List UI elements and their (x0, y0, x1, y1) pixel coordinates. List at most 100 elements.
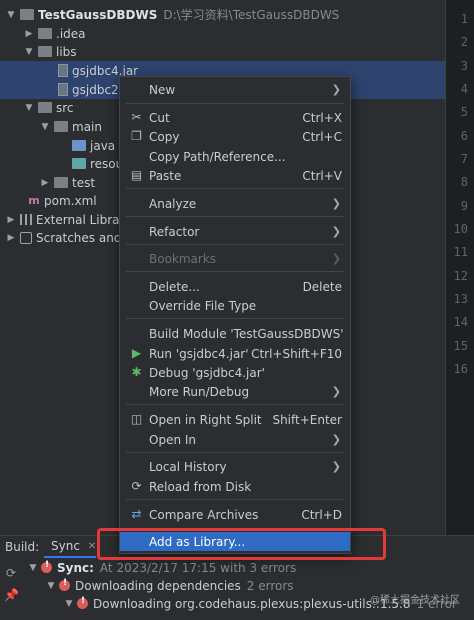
tree-node-project[interactable]: ▼ TestGaussDBDWS D:\学习资料\TestGaussDBDWS (0, 5, 445, 24)
sync-title: Sync: (57, 560, 94, 575)
menu-item-label: Cut (149, 110, 170, 125)
menu-item-local-history[interactable]: Local History ❯ (120, 457, 350, 476)
line-number: 2 (460, 35, 468, 49)
chevron-right-icon[interactable]: ▶ (24, 29, 34, 39)
line-number: 14 (453, 315, 468, 329)
menu-item-refactor[interactable]: Refactor ❯ (120, 222, 350, 241)
menu-item-run[interactable]: ▶ Run 'gsjdbc4.jar' Ctrl+Shift+F10 (120, 344, 350, 363)
tree-node-libs[interactable]: ▼ libs (0, 42, 445, 61)
menu-item-label: Delete... (149, 279, 200, 294)
project-path: D:\学习资料\TestGaussDBDWS (163, 8, 340, 22)
tree-node-idea[interactable]: ▶ .idea (0, 24, 445, 43)
pin-icon[interactable]: 📌 (4, 588, 19, 602)
error-icon (41, 560, 52, 573)
menu-item-override-file-type[interactable]: Override File Type (120, 296, 350, 315)
chevron-down-icon[interactable]: ▼ (24, 47, 34, 57)
chevron-right-icon: ❯ (331, 83, 341, 96)
menu-item-delete[interactable]: Delete... Delete (120, 277, 350, 296)
line-number: 10 (453, 222, 468, 236)
tree-label: libs (56, 44, 77, 59)
menu-separator (126, 216, 344, 217)
library-icon (20, 214, 32, 225)
menu-item-compare-archives[interactable]: ⇄ Compare Archives Ctrl+D (120, 505, 350, 524)
menu-separator (126, 404, 344, 405)
menu-item-label: Open in Right Split (149, 412, 262, 427)
error-icon (77, 596, 88, 609)
context-menu: New ❯ ✂ Cut Ctrl+X ❐ Copy Ctrl+C Copy Pa… (119, 76, 351, 554)
tree-label: src (56, 100, 74, 115)
menu-item-reload-from-disk[interactable]: ⟳ Reload from Disk (120, 477, 350, 496)
chevron-right-icon: ❯ (331, 252, 341, 265)
maven-icon: m (28, 193, 40, 207)
line-number: 15 (453, 339, 468, 353)
copy-icon: ❐ (131, 129, 142, 143)
menu-item-build-module[interactable]: Build Module 'TestGaussDBDWS' (120, 324, 350, 343)
compare-icon: ⇄ (131, 507, 142, 521)
refresh-icon[interactable]: ⟳ (4, 566, 18, 580)
menu-separator (126, 318, 344, 319)
menu-item-label: Bookmarks (149, 251, 217, 266)
shortcut: Shift+Enter (272, 412, 342, 427)
menu-separator (126, 103, 344, 104)
menu-separator (126, 271, 344, 272)
shortcut: Ctrl+Shift+F10 (251, 346, 342, 361)
shortcut: Ctrl+V (302, 168, 342, 183)
folder-icon (54, 121, 68, 132)
chevron-right-icon[interactable]: ▶ (40, 178, 50, 188)
folder-icon (20, 9, 34, 20)
menu-item-label: Debug 'gsjdbc4.jar' (149, 365, 265, 380)
menu-item-new[interactable]: New ❯ (120, 80, 350, 99)
menu-item-label: Reload from Disk (149, 479, 252, 494)
chevron-down-icon[interactable]: ▼ (46, 581, 56, 591)
tree-label: .idea (56, 26, 86, 41)
menu-item-analyze[interactable]: Analyze ❯ (120, 194, 350, 213)
menu-item-bookmarks: Bookmarks ❯ (120, 249, 350, 268)
menu-item-open-in[interactable]: Open In ❯ (120, 430, 350, 449)
menu-separator (126, 499, 344, 500)
source-folder-icon (72, 140, 86, 151)
menu-item-cut[interactable]: ✂ Cut Ctrl+X (120, 108, 350, 127)
shortcut: Ctrl+D (301, 507, 342, 522)
chevron-down-icon[interactable]: ▼ (40, 122, 50, 132)
chevron-right-icon[interactable]: ▶ (6, 233, 16, 243)
downloading-label: Downloading dependencies (75, 578, 241, 593)
menu-item-label: Copy Path/Reference... (149, 149, 286, 164)
line-number: 3 (460, 59, 468, 73)
menu-item-label: Run 'gsjdbc4.jar' (149, 346, 249, 361)
chevron-down-icon[interactable]: ▼ (64, 599, 74, 609)
tree-label: test (72, 175, 96, 190)
menu-item-copy-path[interactable]: Copy Path/Reference... (120, 147, 350, 166)
menu-separator (126, 452, 344, 453)
menu-item-open-right-split[interactable]: ◫ Open in Right Split Shift+Enter (120, 410, 350, 429)
debug-icon: ✱ (131, 365, 142, 379)
menu-item-label: Refactor (149, 224, 200, 239)
tab-sync[interactable]: Sync ✕ (44, 536, 96, 558)
chevron-down-icon[interactable]: ▼ (6, 10, 16, 20)
project-name: TestGaussDBDWS (38, 7, 158, 22)
line-number: 5 (460, 105, 468, 119)
build-label: Build: (5, 540, 40, 554)
close-icon[interactable]: ✕ (88, 541, 96, 552)
split-icon: ◫ (130, 412, 143, 426)
menu-item-paste[interactable]: ▤ Paste Ctrl+V (120, 166, 350, 185)
downloading-row[interactable]: ▼ Downloading dependencies 2 errors (46, 577, 294, 594)
chevron-down-icon[interactable]: ▼ (28, 563, 38, 573)
chevron-right-icon[interactable]: ▶ (6, 215, 16, 225)
tab-sync-label: Sync (51, 539, 80, 553)
folder-icon (38, 46, 52, 57)
scissors-icon: ✂ (131, 110, 142, 124)
watermark: @稀土掘金技术社区 (370, 595, 460, 606)
menu-item-more-run-debug[interactable]: More Run/Debug ❯ (120, 382, 350, 401)
shortcut: Delete (302, 279, 342, 294)
line-number: 9 (460, 199, 468, 213)
menu-item-debug[interactable]: ✱ Debug 'gsjdbc4.jar' (120, 363, 350, 382)
sync-row[interactable]: ▼ Sync: At 2023/2/17 17:15 with 3 errors (28, 559, 297, 576)
line-number: 12 (453, 269, 468, 283)
menu-item-copy[interactable]: ❐ Copy Ctrl+C (120, 127, 350, 146)
highlight-annotation-box (97, 528, 386, 560)
chevron-down-icon[interactable]: ▼ (24, 103, 34, 113)
line-number: 8 (460, 175, 468, 189)
clipboard-icon: ▤ (130, 168, 143, 182)
chevron-right-icon: ❯ (331, 385, 341, 398)
menu-item-label: Copy (149, 129, 180, 144)
